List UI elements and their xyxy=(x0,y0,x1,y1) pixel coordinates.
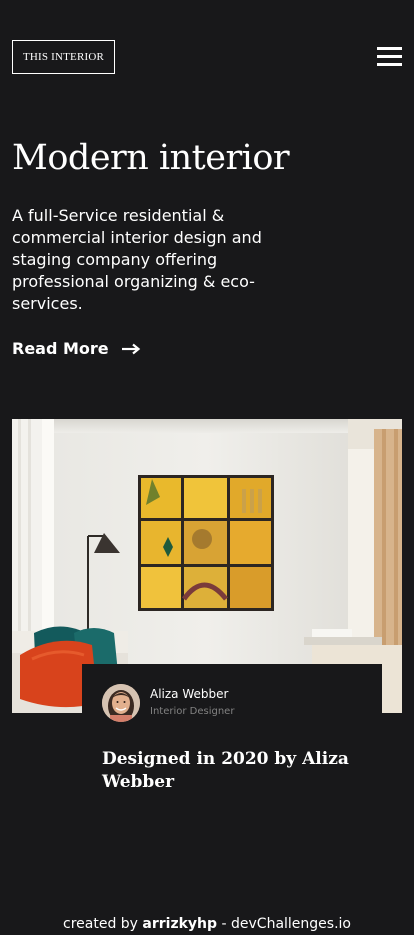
footer-author-link[interactable]: arrizkyhp xyxy=(142,916,217,932)
read-more-label: Read More xyxy=(12,339,109,358)
footer-credit: created by arrizkyhp - devChallenges.io xyxy=(0,916,414,932)
menu-bar xyxy=(377,47,402,50)
hero-description: A full-Service residential & commercial … xyxy=(12,206,262,313)
logo[interactable]: THIS INTERIOR xyxy=(12,40,115,74)
author-role: Interior Designer xyxy=(150,706,235,717)
hero-title: Modern interior xyxy=(12,138,290,178)
avatar xyxy=(102,684,140,722)
footer-prefix: created by xyxy=(63,916,138,932)
read-more-link[interactable]: Read More xyxy=(12,339,141,358)
menu-bar xyxy=(377,63,402,66)
author-name: Aliza Webber xyxy=(150,687,229,701)
menu-bar xyxy=(377,55,402,58)
footer-site-link[interactable]: devChallenges.io xyxy=(231,916,351,932)
author-card: Aliza Webber Interior Designer Designed … xyxy=(82,664,382,814)
hamburger-menu-icon[interactable] xyxy=(377,47,402,67)
card-caption: Designed in 2020 by Aliza Webber xyxy=(102,749,349,792)
footer-separator: - xyxy=(221,916,227,932)
arrow-right-icon xyxy=(121,343,140,354)
